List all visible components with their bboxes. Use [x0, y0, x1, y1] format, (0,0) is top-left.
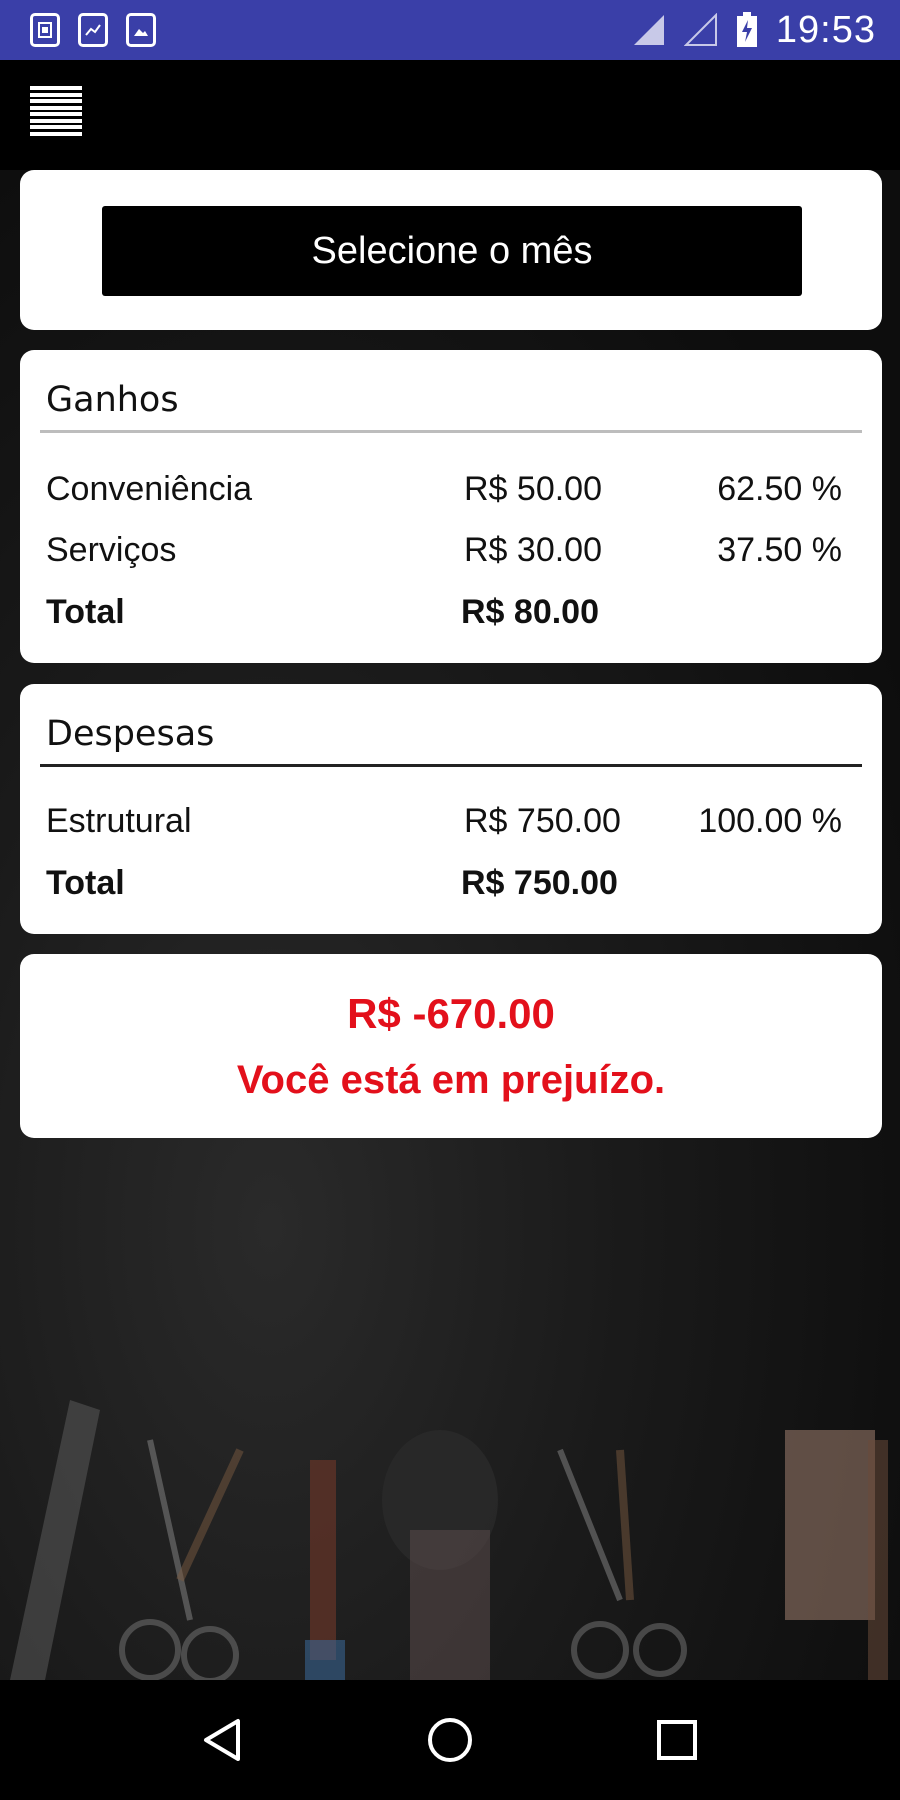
despesas-title: Despesas: [46, 714, 215, 754]
status-bar: 19:53: [0, 0, 900, 60]
battery-charging-icon: [736, 12, 757, 47]
total-value: R$ 750.00: [461, 864, 618, 902]
total-label: Total: [46, 864, 125, 902]
row-value: R$ 50.00: [464, 470, 602, 508]
sim-notification-icon: [30, 13, 60, 47]
chart-notification-icon: [78, 13, 108, 47]
row-percent: 100.00 %: [698, 802, 842, 840]
signal-icon: [633, 15, 664, 45]
ganhos-title: Ganhos: [46, 380, 179, 420]
total-value: R$ 80.00: [461, 593, 599, 631]
home-icon[interactable]: [420, 1710, 480, 1770]
image-notification-icon: [126, 13, 156, 47]
row-percent: 62.50 %: [717, 470, 842, 508]
table-row: Conveniência R$ 50.00 62.50 %: [46, 470, 842, 520]
total-row: Total R$ 750.00: [46, 864, 842, 914]
total-row: Total R$ 80.00: [46, 593, 842, 643]
menu-icon[interactable]: [30, 86, 82, 136]
row-name: Serviços: [46, 531, 177, 569]
despesas-card: Despesas Estrutural R$ 750.00 100.00 % T…: [20, 684, 882, 934]
navigation-bar: [0, 1680, 900, 1800]
ganhos-card: Ganhos Conveniência R$ 50.00 62.50 % Ser…: [20, 350, 882, 663]
signal-empty-icon: [683, 13, 717, 46]
select-month-button[interactable]: Selecione o mês: [102, 206, 802, 296]
recents-icon[interactable]: [647, 1710, 707, 1770]
balance-message: Você está em prejuízo.: [236, 1058, 666, 1102]
row-value: R$ 30.00: [464, 531, 602, 569]
row-percent: 37.50 %: [717, 531, 842, 569]
month-selector-card: Selecione o mês: [20, 170, 882, 330]
divider: [40, 764, 862, 767]
row-name: Conveniência: [46, 470, 253, 508]
row-name: Estrutural: [46, 802, 192, 840]
table-row: Serviços R$ 30.00 37.50 %: [46, 531, 842, 581]
divider: [40, 430, 862, 433]
notification-icons: [30, 13, 156, 47]
row-value: R$ 750.00: [464, 802, 621, 840]
barber-tools-image: [10, 1400, 888, 1680]
back-icon[interactable]: [193, 1710, 253, 1770]
table-row: Estrutural R$ 750.00 100.00 %: [46, 802, 842, 852]
app-bar: [0, 60, 900, 170]
total-label: Total: [46, 593, 125, 631]
result-card: R$ -670.00 Você está em prejuízo.: [20, 954, 882, 1138]
status-time: 19:53: [775, 8, 876, 51]
balance-value: R$ -670.00: [347, 990, 555, 1037]
